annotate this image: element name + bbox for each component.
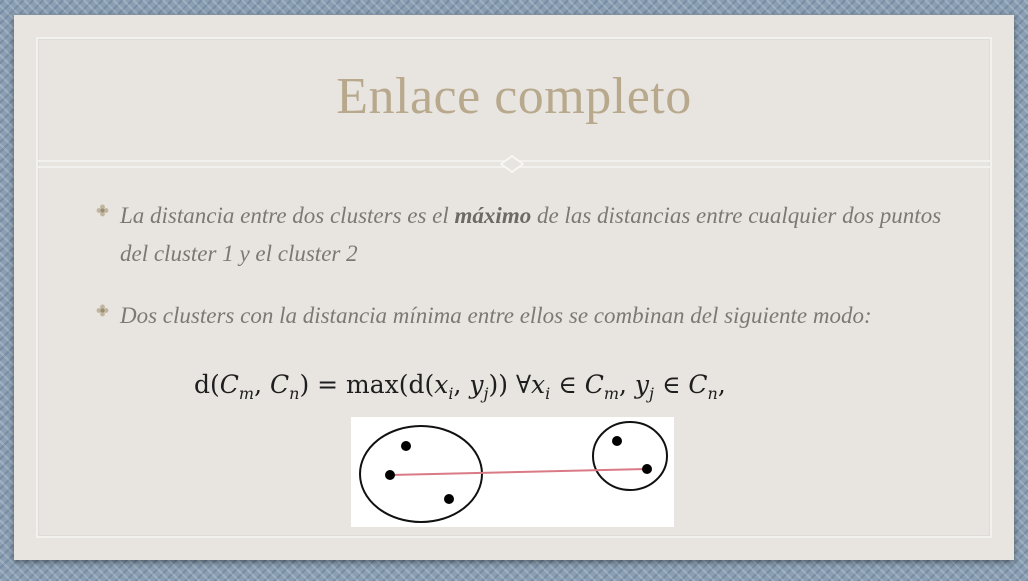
bullet-text-before: La distancia entre dos clusters es el bbox=[120, 203, 455, 228]
bullet-text: Dos clusters con la distancia mínima ent… bbox=[120, 303, 872, 328]
cluster-1-point bbox=[444, 494, 454, 504]
bullet-emphasis: máximo bbox=[454, 203, 532, 228]
bullet-list: La distancia entre dos clusters es el má… bbox=[96, 197, 956, 359]
cluster-linkage-diagram bbox=[351, 417, 674, 527]
cluster-1-point bbox=[385, 470, 395, 480]
cluster-1-point bbox=[401, 441, 411, 451]
max-distance-link bbox=[389, 468, 648, 476]
cluster-2-point bbox=[642, 464, 652, 474]
cluster-2-point bbox=[612, 436, 622, 446]
divider-ornament-icon bbox=[500, 155, 524, 173]
slide: Enlace completo La distancia entre dos c… bbox=[14, 15, 1014, 560]
bullet-item: La distancia entre dos clusters es el má… bbox=[96, 197, 956, 273]
slide-title: Enlace completo bbox=[336, 68, 692, 125]
cluster-2-boundary bbox=[592, 421, 668, 491]
bullet-text: La distancia entre dos clusters es el má… bbox=[120, 197, 956, 273]
flower-bullet-icon bbox=[96, 204, 109, 217]
bullet-item: Dos clusters con la distancia mínima ent… bbox=[96, 297, 956, 335]
complete-linkage-formula: d(Cm, Cn) = max(d(xi, yj)) ∀xi ∈ Cm, yj … bbox=[194, 370, 726, 403]
flower-bullet-icon bbox=[96, 304, 109, 317]
